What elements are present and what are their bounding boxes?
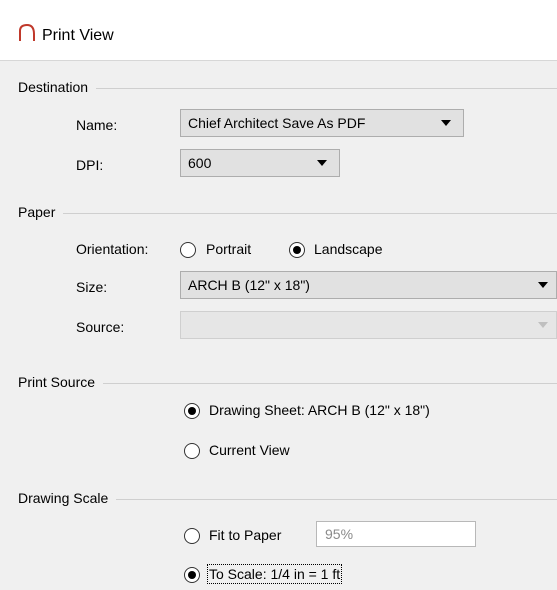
size-label: Size: [76, 279, 108, 295]
fit-to-paper-radio[interactable] [184, 528, 200, 544]
chevron-down-icon [538, 282, 548, 288]
current-view-radio[interactable] [184, 443, 200, 459]
drawing-scale-section-label: Drawing Scale [18, 490, 117, 506]
paper-size-value: ARCH B (12" x 18") [188, 277, 310, 293]
printer-name-dropdown[interactable]: Chief Architect Save As PDF [180, 109, 464, 137]
landscape-label[interactable]: Landscape [314, 241, 383, 257]
fit-percent-value: 95% [325, 526, 354, 542]
print-source-section-label: Print Source [18, 374, 104, 390]
paper-section-label: Paper [18, 204, 64, 220]
chevron-down-icon [317, 160, 327, 166]
dpi-dropdown[interactable]: 600 [180, 149, 340, 177]
destination-section-label: Destination [18, 79, 97, 95]
paper-source-dropdown [180, 311, 557, 339]
window-title: Print View [42, 27, 114, 44]
drawing-sheet-radio[interactable] [184, 403, 200, 419]
to-scale-label[interactable]: To Scale: 1/4 in = 1 ft [206, 564, 343, 584]
chevron-down-icon [538, 322, 548, 328]
source-label: Source: [76, 319, 125, 335]
portrait-radio[interactable] [180, 242, 196, 258]
dpi-value: 600 [188, 155, 212, 171]
current-view-label[interactable]: Current View [209, 442, 290, 458]
chevron-down-icon [441, 120, 451, 126]
to-scale-radio[interactable] [184, 567, 200, 583]
fit-to-paper-label[interactable]: Fit to Paper [209, 527, 281, 543]
paper-divider [18, 213, 557, 214]
printer-name-value: Chief Architect Save As PDF [188, 115, 366, 131]
arch-icon [18, 23, 36, 42]
landscape-radio[interactable] [289, 242, 305, 258]
dpi-label: DPI: [76, 157, 104, 173]
title-bar: Print View [0, 0, 557, 61]
destination-divider [18, 88, 557, 89]
orientation-label: Orientation: [76, 241, 149, 257]
drawing-sheet-label[interactable]: Drawing Sheet: ARCH B (12" x 18") [209, 402, 430, 418]
fit-percent-field: 95% [316, 521, 476, 547]
paper-size-dropdown[interactable]: ARCH B (12" x 18") [180, 271, 557, 299]
name-label: Name: [76, 117, 118, 133]
portrait-label[interactable]: Portrait [206, 241, 251, 257]
